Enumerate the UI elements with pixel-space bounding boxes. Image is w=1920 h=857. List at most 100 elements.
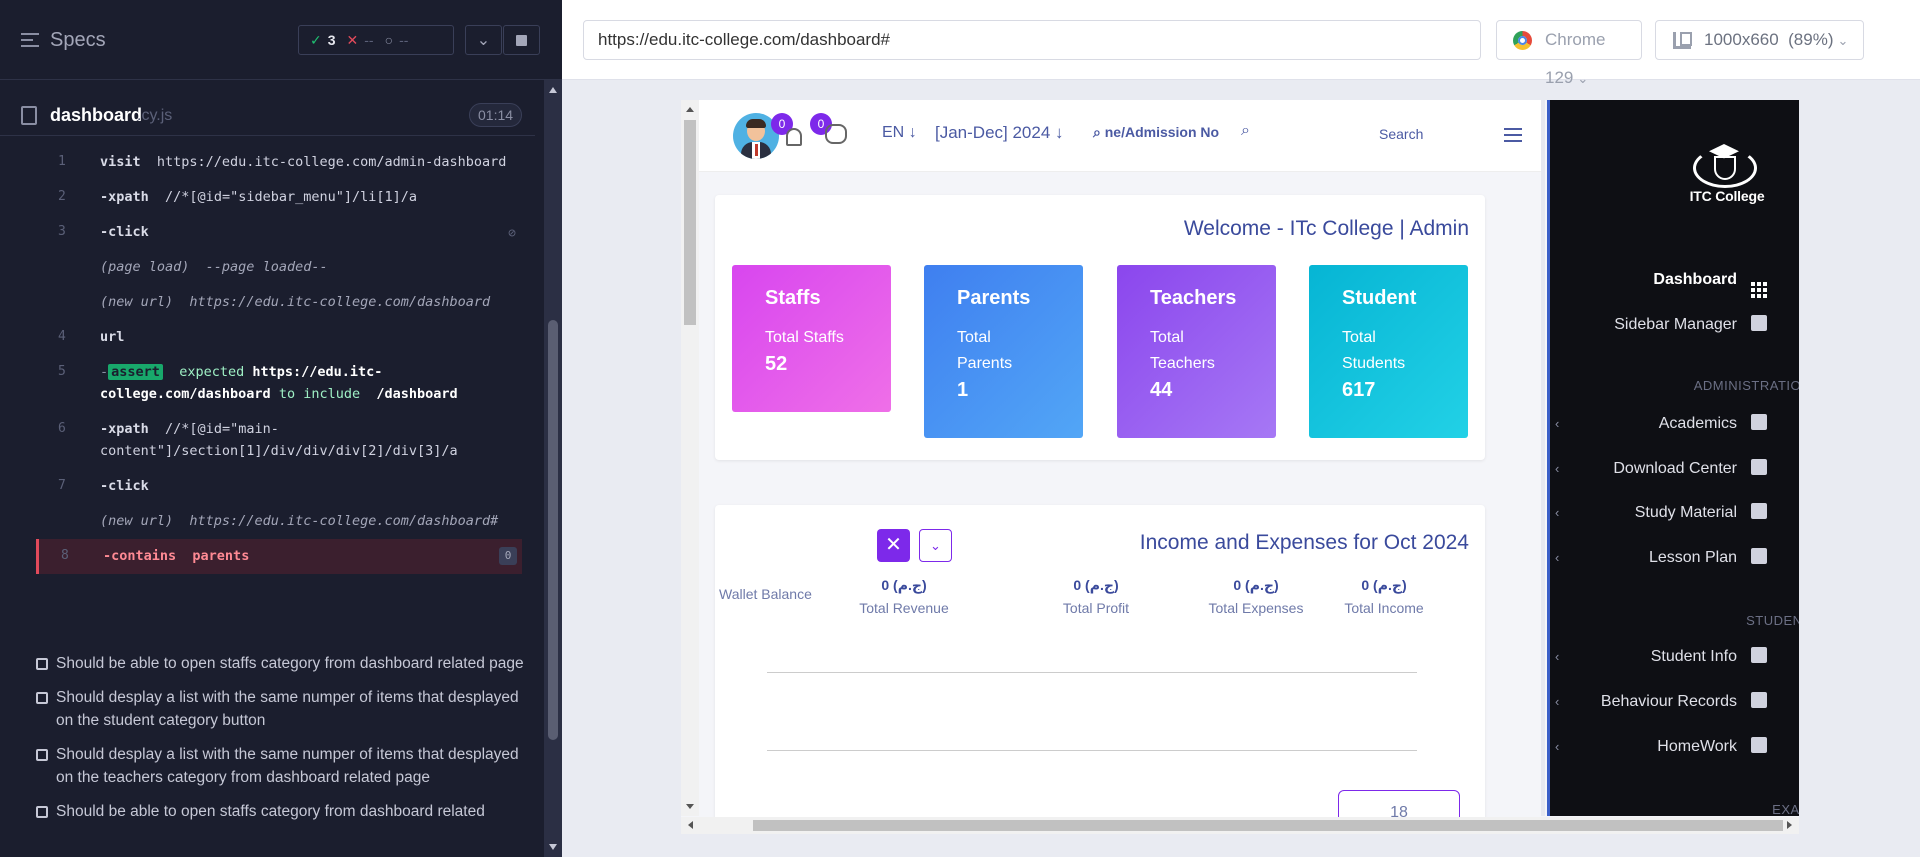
app-vertical-scrollbar[interactable] [681,100,699,816]
sidebar-item-academics[interactable]: ‹ Academics [1537,412,1767,436]
command-row[interactable]: 3 -click ⊘ [36,215,522,250]
sidebar-item-study-material[interactable]: ‹ Study Material [1537,501,1767,525]
test-status-icon [36,749,48,761]
command-row[interactable]: (page load) --page loaded-- [36,250,522,285]
total-income: 0 (ج.م) Total Income [1344,577,1424,616]
chevron-left-icon: ‹ [1555,416,1560,431]
staffs-tile[interactable]: Staffs Total Staffs 52 [732,265,891,412]
download-icon [1751,503,1767,519]
command-row[interactable]: 6 -xpath //*[@id="main-content"]/section[… [36,412,522,469]
stop-icon [516,34,527,46]
total-profit: 0 (ج.م) Total Profit [1062,577,1130,616]
file-icon [21,106,37,125]
chevron-down-icon: ⌄ [1837,33,1849,48]
spec-file-row[interactable]: dashboard .cy.js 01:14 [0,96,535,136]
screen: Specs ✓ 3 ✕ -- ○ -- ⌄ dashboard .cy.js 01:1… [0,0,1920,857]
command-row[interactable]: 7 -click [36,469,522,504]
chevron-left-icon: ‹ [1555,505,1560,520]
copy-icon [1751,692,1767,708]
command-row-failed[interactable]: 8 -contains parents 0 [36,539,522,574]
chart-gridline [767,672,1417,673]
test-status-icon [36,692,48,704]
command-row[interactable]: 4 url [36,320,522,355]
list-icon [1751,548,1767,564]
college-logo[interactable]: ITC College [1677,140,1777,210]
pending-icon: ○ [384,32,394,48]
sidebar-item-lesson-plan[interactable]: ‹ Lesson Plan [1537,546,1767,570]
menu-icon [1751,315,1767,331]
income-expenses-card: ✕ ⌄ Income and Expenses for Oct 2024 Wal… [715,505,1485,820]
command-row-assert[interactable]: 5- assert expected https://edu.itc-colleg… [36,355,522,412]
spec-duration: 01:14 [469,103,523,127]
pending-stat: ○ -- [384,32,409,48]
user-icon [1751,647,1767,663]
specs-title[interactable]: Specs [50,29,106,52]
url-bar[interactable]: https://edu.itc-college.com/dashboard# [583,20,1481,60]
sidebar-item-student-info[interactable]: ‹ Student Info [1537,645,1767,669]
collapse-button[interactable]: ⌄ [465,25,502,55]
close-button[interactable]: ✕ [877,529,910,562]
aut-header: https://edu.itc-college.com/dashboard# C… [562,0,1920,87]
download-icon [1751,459,1767,475]
command-row[interactable]: 2 -xpath //*[@id="sidebar_menu"]/li[1]/a [36,180,522,215]
aut-panel: https://edu.itc-college.com/dashboard# C… [562,0,1920,857]
page-indicator[interactable]: 18 [1338,790,1460,820]
language-selector[interactable]: EN ↓ [882,124,917,142]
command-row[interactable]: 1 visit https://edu.itc-college.com/admin… [36,145,522,180]
search-icon[interactable]: ⌕ [1241,122,1250,140]
app-frame: 0 0 EN ↓ [Jan-Dec] 2024 ↓ ⌕ ne/Admission… [681,100,1799,820]
test-stats: ✓ 3 ✕ -- ○ -- [298,25,454,55]
arrow-down-icon: ↓ [908,124,917,141]
command-row[interactable]: (new url) https://edu.itc-college.com/da… [36,285,522,320]
test-status-icon [36,806,48,818]
test-item[interactable]: Should desplay a list with the same nump… [36,686,526,732]
specs-header: Specs ✓ 3 ✕ -- ○ -- ⌄ [0,0,562,80]
income-title: Income and Expenses for Oct 2024 [1139,531,1469,554]
sidebar-item-behaviour-records[interactable]: ‹ Behaviour Records [1537,690,1767,714]
chrome-icon [1513,31,1532,50]
student-tile[interactable]: Student Total Students 617 [1309,265,1468,438]
chevron-left-icon: ‹ [1555,739,1560,754]
sidebar-item-sidebar-manager[interactable]: Sidebar Manager [1537,313,1767,337]
assert-badge: assert [108,364,163,380]
spec-file-ext: .cy.js [137,107,173,124]
wallet-balance-label: Wallet Balance [719,586,812,602]
collapse-button[interactable]: ⌄ [919,529,952,562]
stop-button[interactable] [503,25,540,55]
app-horizontal-scrollbar[interactable] [681,817,1799,834]
test-item[interactable]: Should be able to open staffs category f… [36,652,526,675]
failed-stat: ✕ -- [346,31,374,49]
chevron-down-icon: ⌄ [476,32,491,49]
teachers-tile[interactable]: Teachers Total Teachers 44 [1117,265,1276,438]
search-button[interactable]: Search [1379,126,1423,142]
parents-tile[interactable]: Parents Total Parents 1 [924,265,1083,438]
overview-card: Welcome - ITc College | Admin Staffs Tot… [715,195,1485,460]
total-revenue: 0 (ج.م) Total Revenue [859,577,949,616]
sidebar-item-homework[interactable]: ‹ HomeWork [1537,735,1767,759]
eye-slash-icon[interactable]: ⊘ [508,223,516,245]
browser-selector[interactable]: Chrome 129 ⌄ [1496,20,1642,87]
bell-icon[interactable] [786,128,802,146]
hamburger-menu-icon[interactable] [1504,128,1522,146]
test-item[interactable]: Should be able to open staffs category f… [36,800,526,823]
chat-icon[interactable] [825,124,847,144]
command-log: 1 visit https://edu.itc-college.com/admin… [36,145,522,574]
viewport-info[interactable]: 1000x660 (89%) ⌄ [1655,20,1864,60]
test-item[interactable]: Should desplay a list with the same nump… [36,743,526,789]
sidebar-item-download-center[interactable]: ‹ Download Center [1537,457,1767,481]
sidebar-item-dashboard[interactable]: Dashboard [1537,268,1767,298]
book-icon [1751,737,1767,753]
test-list: Should be able to open staffs category f… [36,652,526,834]
chevron-left-icon: ‹ [1555,550,1560,565]
search-input[interactable]: ⌕ ne/Admission No [1093,124,1219,141]
section-student: STUDENT [1746,613,1799,628]
session-selector[interactable]: [Jan-Dec] 2024 ↓ [935,123,1064,143]
arrow-down-icon: ↓ [1055,123,1064,142]
check-icon: ✓ [310,31,322,48]
viewport-icon [1673,32,1692,49]
graduation-cap-icon [1751,414,1767,430]
runner-scrollbar[interactable] [544,80,562,857]
chevron-left-icon: ‹ [1555,461,1560,476]
specs-list-icon[interactable] [21,33,39,47]
command-row[interactable]: (new url) https://edu.itc-college.com/da… [36,504,522,539]
